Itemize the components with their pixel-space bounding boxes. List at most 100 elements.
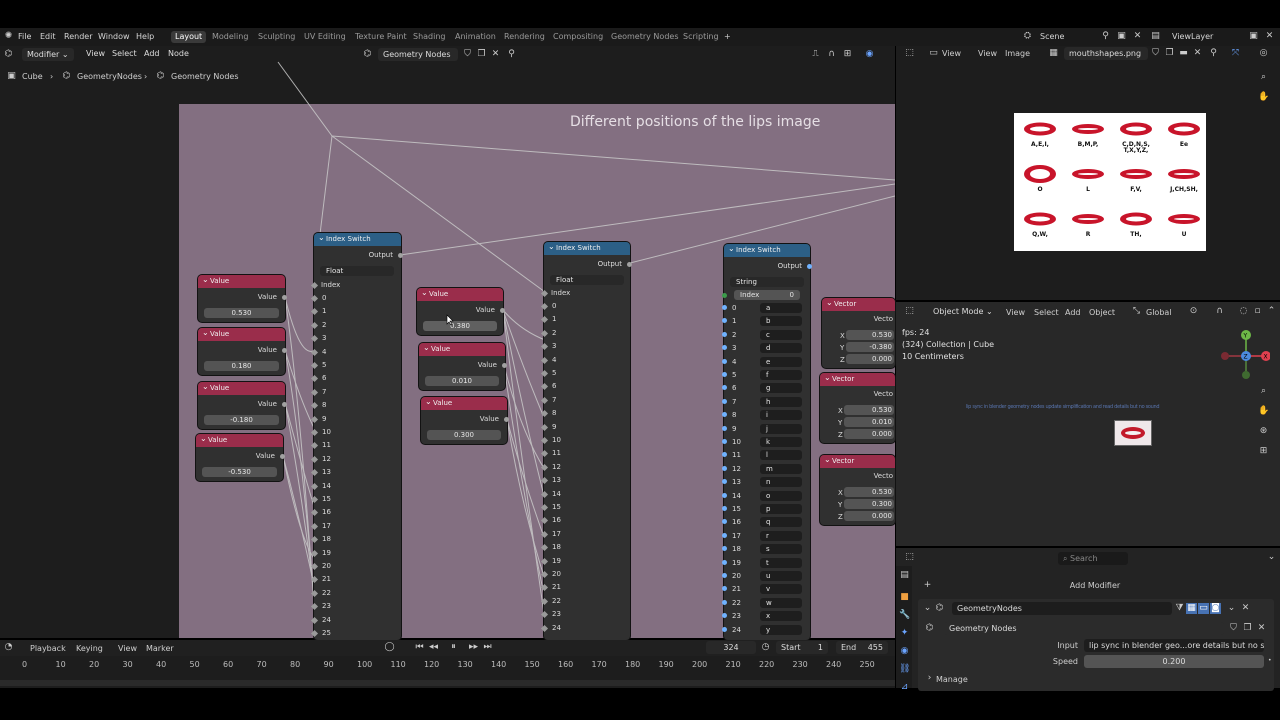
string-value-field[interactable]: v	[760, 584, 802, 595]
overlay-icon[interactable]: ◎	[1258, 48, 1269, 59]
menu-view[interactable]: View	[1006, 308, 1025, 317]
zoom-icon[interactable]: ⌕	[1258, 386, 1269, 397]
input-socket[interactable]	[722, 305, 727, 310]
type-dropdown[interactable]: String	[730, 277, 804, 287]
index-switch-header[interactable]: Index Switch	[314, 231, 401, 246]
value-node-header[interactable]: Value	[198, 326, 285, 341]
view-icon[interactable]: ▭	[928, 48, 939, 59]
string-value-field[interactable]: s	[760, 544, 802, 555]
menu-image[interactable]: Image	[1005, 49, 1030, 58]
new-scene-icon[interactable]: ▣	[1116, 31, 1127, 42]
z-field[interactable]: 0.000	[844, 429, 894, 439]
chevron-down-icon[interactable]: ⌄	[1266, 552, 1277, 563]
z-field[interactable]: 0.000	[846, 354, 894, 364]
string-value-field[interactable]: x	[760, 611, 802, 622]
object-icon[interactable]: ■	[899, 592, 910, 603]
close-icon[interactable]: ✕	[1132, 31, 1143, 42]
pause-icon[interactable]: ⏸	[448, 642, 459, 653]
value-field[interactable]: -0.180	[204, 415, 279, 425]
string-value-field[interactable]: a	[760, 303, 802, 313]
close-icon[interactable]: ✕	[1256, 623, 1267, 634]
string-value-field[interactable]: o	[760, 490, 802, 501]
menu-keying[interactable]: Keying	[76, 644, 103, 653]
input-socket[interactable]	[722, 358, 727, 364]
input-socket[interactable]	[722, 559, 727, 565]
output-socket[interactable]	[627, 262, 632, 267]
vector-node-header[interactable]: Vector	[822, 296, 895, 311]
chevron-down-icon[interactable]: ⌄	[922, 603, 933, 614]
menu-playback[interactable]: Playback	[30, 644, 66, 653]
menu-select[interactable]: Select	[1034, 308, 1059, 317]
duplicate-icon[interactable]: ❐	[1164, 48, 1175, 59]
jump-end-icon[interactable]: ⏭	[482, 642, 493, 653]
index-field[interactable]: Index 0	[734, 290, 800, 300]
filter-icon[interactable]: ⧩	[1174, 603, 1185, 614]
y-field[interactable]: 0.300	[844, 499, 894, 509]
data-icon[interactable]: ⊿	[899, 682, 910, 693]
value-node-6[interactable]: Value Value 0.010	[419, 341, 507, 390]
string-value-field[interactable]: d	[760, 343, 802, 354]
string-value-field[interactable]: f	[760, 370, 802, 380]
index-switch-header[interactable]: Index Switch	[724, 242, 810, 257]
output-socket[interactable]	[807, 264, 812, 269]
value-node-header[interactable]: Value	[419, 341, 505, 356]
pin-icon[interactable]: ⚲	[1208, 48, 1219, 59]
index-switch-header[interactable]: Index Switch	[544, 240, 630, 255]
jump-start-icon[interactable]: ⏮	[414, 642, 425, 653]
view-layer-name[interactable]: ViewLayer	[1172, 32, 1213, 41]
value-node-header[interactable]: Value	[198, 273, 285, 288]
input-socket[interactable]	[722, 479, 727, 485]
string-value-field[interactable]: l	[760, 450, 802, 461]
y-field[interactable]: 0.010	[844, 417, 894, 427]
output-socket[interactable]	[500, 308, 505, 313]
value-node-5[interactable]: Value Value 0.380	[417, 286, 505, 335]
close-icon[interactable]: ✕	[1192, 48, 1203, 59]
x-field[interactable]: 0.530	[846, 330, 894, 340]
render-icon[interactable]: ◙	[1210, 603, 1221, 614]
proportional-icon[interactable]: ◌	[1238, 306, 1249, 317]
value-node-header[interactable]: Value	[417, 286, 503, 301]
x-field[interactable]: 0.530	[844, 405, 894, 415]
input-socket[interactable]	[722, 439, 727, 444]
value-field[interactable]: -0.530	[202, 467, 277, 477]
shield-icon[interactable]: ⛉	[1150, 48, 1161, 59]
value-field[interactable]: 0.010	[425, 376, 499, 386]
menu-add[interactable]: Add	[1065, 308, 1081, 317]
3d-text-strip[interactable]: lip sync in blender geometry nodes updat…	[966, 404, 1242, 410]
x-field[interactable]: 0.530	[844, 487, 894, 497]
close-icon[interactable]: ✕	[1264, 31, 1275, 42]
menu-view[interactable]: View	[978, 49, 997, 58]
folder-icon[interactable]: ▬	[1178, 48, 1189, 59]
value-node-7[interactable]: Value Value 0.300	[421, 395, 509, 444]
clock-icon[interactable]: ◷	[760, 642, 771, 653]
input-socket[interactable]	[722, 318, 727, 324]
input-socket[interactable]	[722, 345, 727, 351]
output-socket[interactable]	[282, 295, 287, 300]
particles-icon[interactable]: ✦	[899, 628, 910, 639]
close-icon[interactable]: ✕	[1240, 603, 1251, 614]
index-socket[interactable]	[722, 293, 727, 298]
wrench-icon[interactable]: 🔧	[899, 610, 910, 621]
editor-type-icon[interactable]: ◔	[3, 642, 14, 653]
input-socket[interactable]	[722, 452, 727, 458]
menu-view[interactable]: View	[118, 644, 137, 653]
overlay-icon[interactable]: ▫	[1252, 306, 1263, 317]
start-frame-field[interactable]: Start 1	[776, 641, 828, 654]
physics-icon[interactable]: ◉	[899, 646, 910, 657]
output-socket[interactable]	[502, 363, 507, 368]
value-node-1[interactable]: Value Value 0.530	[198, 273, 287, 322]
input-socket[interactable]	[722, 599, 727, 605]
string-value-field[interactable]: n	[760, 477, 802, 488]
node-tree-icon[interactable]: ⌬	[924, 623, 935, 634]
input-socket[interactable]	[722, 492, 727, 498]
scene-name[interactable]: Scene	[1040, 32, 1064, 41]
shield-icon[interactable]: ⛉	[1228, 623, 1239, 634]
gizmo-icon[interactable]: ⤧	[1230, 48, 1241, 59]
speed-field[interactable]: 0.200	[1084, 655, 1264, 668]
output-socket[interactable]	[282, 348, 287, 353]
constraints-icon[interactable]: ⛓	[899, 664, 910, 675]
input-field[interactable]: lip sync in blender geo...ore details bu…	[1084, 639, 1264, 652]
chevron-down-icon[interactable]: ⌄	[1226, 603, 1237, 614]
input-socket[interactable]	[722, 385, 727, 391]
string-value-field[interactable]: c	[760, 329, 802, 340]
